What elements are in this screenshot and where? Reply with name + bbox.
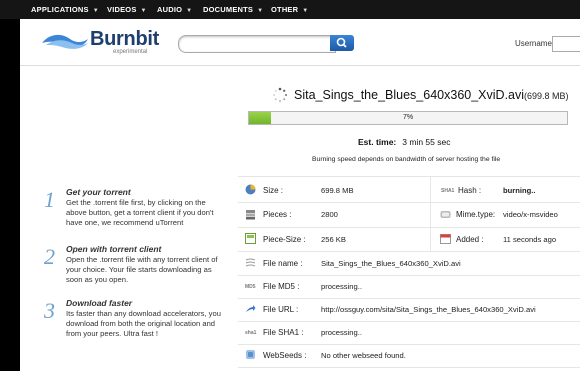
piece-size-value: 256 KB (321, 235, 346, 244)
file-url-label: File URL : (263, 305, 299, 314)
nav-documents-label: DOCUMENTS (203, 5, 254, 14)
pieces-value: 2800 (321, 210, 338, 219)
step-1-title: Get your torrent (66, 187, 131, 197)
hash-value: burning.. (503, 186, 536, 195)
hash-label: Hash : (458, 186, 482, 195)
file-sha1-value: processing.. (321, 328, 362, 337)
burning-speed-note: Burning speed depends on bandwidth of se… (312, 156, 501, 163)
file-url-value[interactable]: http://ossguy.com/sita/Sita_Sings_the_Bl… (321, 305, 536, 314)
estimated-time-label: Est. time: (358, 137, 397, 147)
file-name-label: File name : (263, 259, 303, 268)
step-3-body: Its faster than any download accelerator… (66, 309, 221, 338)
mime-type-value: video/x-msvideo (503, 210, 558, 219)
sha1-icon: sha1 (245, 330, 257, 336)
md5-icon: MD5 (245, 284, 256, 290)
divider (238, 227, 580, 228)
size-value: 699.8 MB (321, 186, 354, 195)
file-md5-label: File MD5 : (263, 282, 300, 291)
divider (238, 202, 580, 203)
calendar-icon (440, 234, 451, 244)
estimated-time-value: 3 min 55 sec (402, 137, 451, 147)
step-3-title: Download faster (66, 298, 133, 308)
size-label: Size : (263, 186, 284, 195)
file-md5-value: processing.. (321, 282, 362, 291)
webseeds-label: WebSeeds : (263, 351, 307, 360)
file-title-size: (699.8 MB) (524, 91, 569, 101)
nav-videos-label: VIDEOS (107, 5, 137, 14)
added-value: 11 seconds ago (503, 235, 557, 244)
estimated-time: Est. time: 3 min 55 sec (358, 137, 450, 147)
mime-type-label: Mime.type: (456, 210, 496, 219)
progress-label: 7% (402, 114, 414, 121)
step-3-number: 3 (44, 298, 55, 323)
step-2-number: 2 (44, 244, 55, 269)
divider (238, 251, 580, 252)
loading-spinner-icon (273, 87, 288, 102)
left-side-bar (0, 19, 20, 371)
username-label: Username (515, 39, 552, 48)
divider (238, 344, 580, 345)
divider (238, 298, 580, 299)
top-navigation: APPLICATIONS ▼ VIDEOS ▼ AUDIO ▼ DOCUMENTS ▼ … (0, 0, 580, 19)
logo-subtitle: experimental (113, 49, 148, 55)
piece-size-icon (245, 233, 256, 244)
mime-type-icon (440, 211, 451, 218)
pieces-label: Pieces : (263, 210, 292, 219)
burnbit-logo-icon[interactable] (40, 31, 90, 51)
pie-chart-icon (245, 184, 256, 195)
nav-other[interactable]: OTHER ▼ (271, 0, 308, 19)
webseeds-icon (246, 350, 255, 359)
piece-size-label: Piece-Size : (263, 235, 306, 244)
step-1-body: Get the .torrent file first, by clicking… (66, 198, 214, 227)
added-label: Added : (456, 235, 484, 244)
nav-applications[interactable]: APPLICATIONS ▼ (31, 0, 99, 19)
nav-audio[interactable]: AUDIO ▼ (157, 0, 192, 19)
search-icon (336, 37, 347, 48)
step-2-body: Open the .torrent file with any torrent … (66, 255, 218, 284)
file-name-icon (245, 258, 256, 267)
nav-videos[interactable]: VIDEOS ▼ (107, 0, 147, 19)
divider (238, 321, 580, 322)
file-title: Sita_Sings_the_Blues_640x360_XviD.avi(69… (294, 88, 569, 102)
arrow-link-icon (246, 305, 256, 312)
nav-documents[interactable]: DOCUMENTS ▼ (203, 0, 263, 19)
search-input[interactable] (178, 35, 336, 53)
sha1-hash-icon: SHA1 (441, 188, 455, 194)
file-name-value: Sita_Sings_the_Blues_640x360_XviD.avi (321, 259, 461, 268)
nav-applications-label: APPLICATIONS (31, 5, 89, 14)
username-input[interactable] (552, 36, 580, 52)
step-1-number: 1 (44, 187, 55, 212)
webseeds-value: No other webseed found. (321, 351, 406, 360)
progress-bar: 7% (248, 111, 568, 125)
nav-other-label: OTHER (271, 5, 299, 14)
divider (238, 176, 580, 177)
logo-text[interactable]: Burnbit (90, 28, 159, 51)
divider (238, 275, 580, 276)
column-divider (430, 176, 431, 251)
pieces-stack-icon (246, 210, 255, 220)
file-sha1-label: File SHA1 : (263, 328, 304, 337)
file-title-name: Sita_Sings_the_Blues_640x360_XviD.avi (294, 88, 525, 102)
search-button[interactable] (330, 35, 354, 51)
divider (238, 367, 580, 368)
nav-audio-label: AUDIO (157, 5, 183, 14)
step-2-title: Open with torrent client (66, 244, 162, 254)
